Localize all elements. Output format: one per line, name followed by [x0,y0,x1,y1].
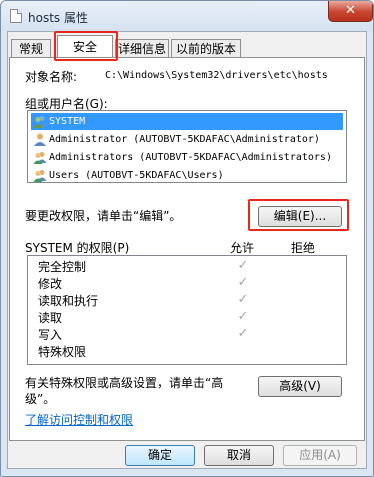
advanced-button[interactable]: 高级(V) [258,376,342,397]
group-user-list[interactable]: SYSTEM Administrator (AUTOBVT-5KDAFAC\Ad… [27,110,347,183]
list-item-label: SYSTEM [49,116,86,127]
user-icon [34,133,46,146]
object-name-value: C:\Windows\System32\drivers\etc\hosts [105,70,328,81]
advanced-hint-line1: 有关特殊权限或高级设置，请单击“高 [25,376,224,390]
advanced-hint-line2: 级”。 [25,392,56,406]
deny-header: 拒绝 [291,241,316,255]
highlight-box [54,31,118,61]
close-button[interactable]: ✕ [328,1,373,22]
tab-previous-versions[interactable]: 以前的版本 [171,39,241,57]
allow-check-icon: ✓ [237,258,249,273]
title-bar[interactable]: hosts 属性 ✕ [1,1,373,31]
cancel-button[interactable]: 取消 [204,445,274,466]
allow-check-icon: ✓ [237,292,249,307]
list-item-label: Administrator (AUTOBVT-5KDAFAC\Administr… [49,134,320,145]
allow-header: 允许 [230,241,255,255]
permission-name: 写入 [38,328,63,342]
list-item-label: Administrators (AUTOBVT-5KDAFAC\Administ… [49,152,332,163]
list-item[interactable]: SYSTEM [31,113,343,130]
permission-name: 特殊权限 [38,345,87,359]
allow-check-icon: ✓ [237,275,249,290]
list-item[interactable]: Administrator (AUTOBVT-5KDAFAC\Administr… [31,131,343,148]
allow-check-icon: ✓ [237,326,249,341]
file-icon [10,9,22,23]
permissions-label: SYSTEM 的权限(P) [25,241,130,255]
user-group-icon [33,116,47,128]
user-group-icon [33,152,47,164]
ok-button[interactable]: 确定 [125,445,195,466]
window-title: hosts 属性 [28,11,88,25]
permission-name: 完全控制 [38,260,87,274]
permission-name: 读取 [38,311,63,325]
apply-button[interactable]: 应用(A) [283,445,357,466]
properties-dialog: hosts 属性 ✕ 常规 安全 详细信息 以前的版本 对象名称: C:\Win… [0,0,374,477]
change-hint: 要更改权限，请单击“编辑”。 [25,209,182,223]
learn-access-control-link[interactable]: 了解访问控制和权限 [25,411,133,428]
list-item[interactable]: Users (AUTOBVT-5KDAFAC\Users) [31,167,343,184]
list-item[interactable]: Administrators (AUTOBVT-5KDAFAC\Administ… [31,149,343,166]
list-item-label: Users (AUTOBVT-5KDAFAC\Users) [49,170,224,181]
tab-general[interactable]: 常规 [11,39,51,57]
permissions-table: 完全控制 ✓ 修改 ✓ 读取和执行 ✓ 读取 ✓ 写入 ✓ 特殊权限 [27,255,347,365]
highlight-box [248,199,349,231]
user-group-icon [33,170,47,182]
object-name-label: 对象名称: [25,70,78,84]
tab-details[interactable]: 详细信息 [115,39,169,57]
allow-check-icon: ✓ [237,309,249,324]
permission-name: 修改 [38,277,63,291]
permission-name: 读取和执行 [38,294,99,308]
